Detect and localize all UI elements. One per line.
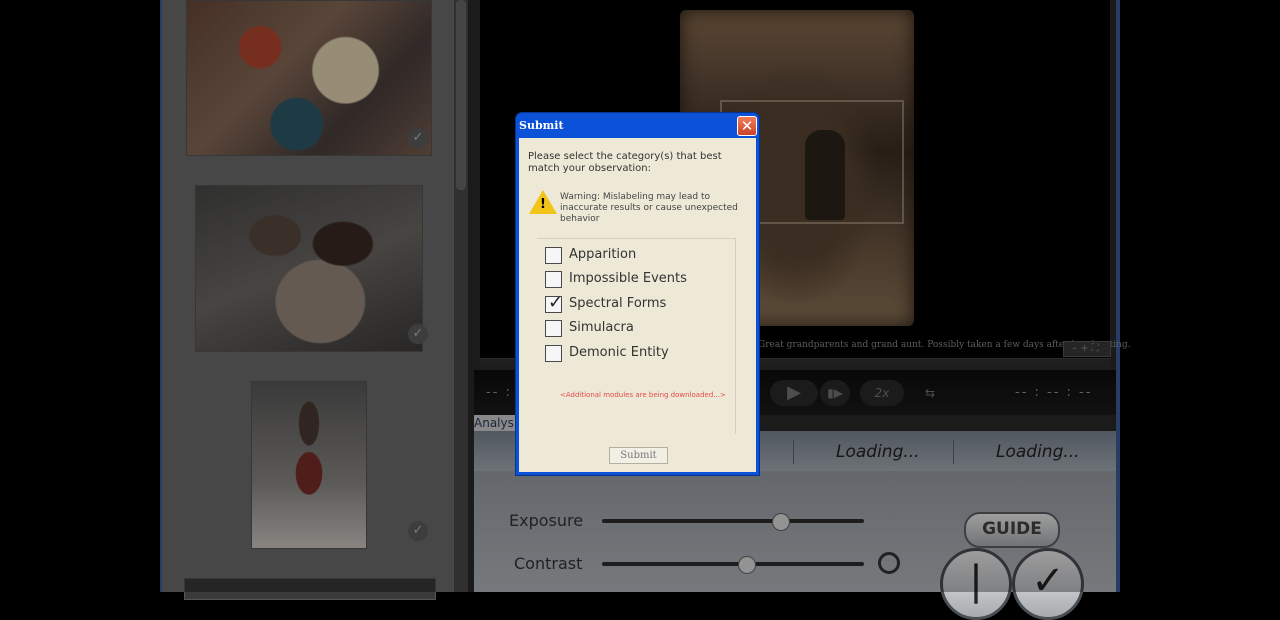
download-status: <Additional modules are being downloaded… <box>560 391 726 399</box>
option-label: Apparition <box>569 247 637 262</box>
check-icon: ✓ <box>548 292 564 313</box>
dialog-title: Submit <box>519 119 564 132</box>
option-label: Simulacra <box>569 320 634 335</box>
checkbox-checked[interactable]: ✓ <box>545 292 563 313</box>
option-label: Demonic Entity <box>569 345 669 360</box>
dialog-prompt: Please select the category(s) that best … <box>528 151 722 174</box>
option-label: Spectral Forms <box>569 296 667 311</box>
warning-text: Warning: Mislabeling may lead to inaccur… <box>560 192 738 224</box>
checkbox[interactable] <box>545 271 562 288</box>
submit-button[interactable]: Submit <box>609 447 668 464</box>
warning-mark: ! <box>540 197 546 212</box>
checkbox[interactable] <box>545 247 562 264</box>
close-icon[interactable]: ✕ <box>737 116 757 136</box>
checkbox[interactable] <box>545 345 562 362</box>
category-group <box>537 238 736 434</box>
checkbox[interactable] <box>545 320 562 337</box>
option-label: Impossible Events <box>569 271 687 286</box>
